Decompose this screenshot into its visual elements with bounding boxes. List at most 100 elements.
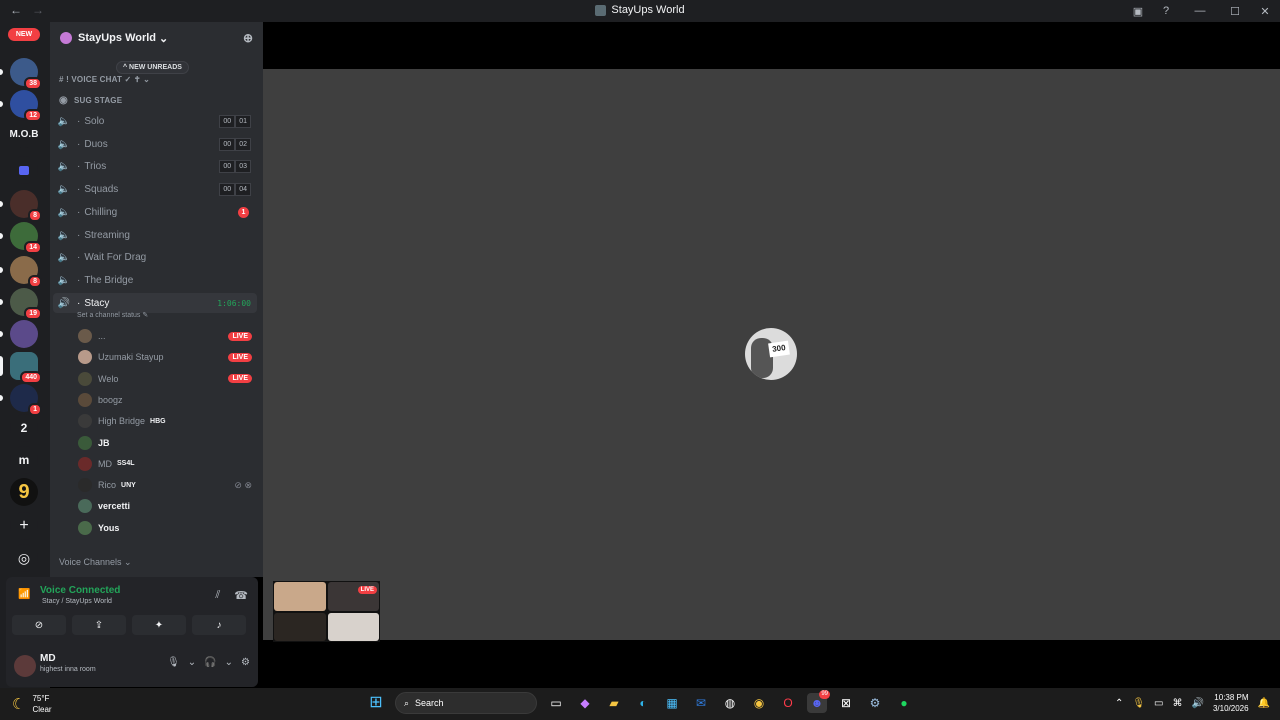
taskbar-search[interactable]: ⌕ Search	[395, 692, 537, 714]
file-explorer-icon[interactable]: ▰	[604, 693, 624, 713]
voice-member[interactable]: ... LIVE	[78, 326, 258, 346]
server-icon-6[interactable]: 8	[0, 256, 42, 288]
disconnect-icon[interactable]: ☎	[234, 589, 248, 602]
voice-member[interactable]: Yous	[78, 518, 258, 538]
member-name: JB	[98, 437, 110, 448]
windows-start-icon[interactable]: ⊞	[366, 693, 386, 713]
speaker-avatar[interactable]: 300	[745, 328, 797, 380]
channel-wait-for-drag[interactable]: 🔈 · Wait For Drag	[53, 247, 257, 267]
clock[interactable]: 10:38 PM 3/10/2026	[1213, 692, 1249, 714]
activities-button[interactable]: ✦	[132, 615, 186, 635]
voice-member[interactable]: High Bridge HBG	[78, 411, 258, 431]
channel-duos[interactable]: 🔈 · Duos 00 02	[53, 134, 257, 154]
server-icon-9[interactable]: 440	[0, 352, 42, 384]
inbox-icon[interactable]: ▣	[1124, 5, 1152, 18]
display-icon[interactable]: ▭	[1154, 698, 1163, 709]
volume-icon[interactable]: 🔊	[1192, 698, 1204, 709]
folder-icon[interactable]	[10, 156, 38, 184]
voice-member[interactable]: JB	[78, 433, 258, 453]
server-m[interactable]: m	[10, 446, 38, 474]
voice-member[interactable]: Rico UNY ⊘ ⊗	[78, 475, 258, 495]
headphones-icon[interactable]: 🎧	[204, 657, 216, 668]
chrome-icon[interactable]: ◉	[749, 693, 769, 713]
guild-icon	[60, 32, 72, 44]
channel-streaming[interactable]: 🔈 · Streaming	[53, 225, 257, 245]
copilot-icon[interactable]: ◆	[575, 693, 595, 713]
avatar[interactable]	[14, 655, 36, 677]
voice-connected-status[interactable]: Voice Connected	[40, 585, 120, 596]
unread-pip	[0, 299, 3, 305]
person-add-icon[interactable]: ⊕	[243, 31, 253, 45]
speaker-icon: 🔈	[57, 183, 71, 195]
voice-location[interactable]: Stacy / StayUps World	[42, 598, 112, 605]
settings-gear-icon[interactable]: ⚙	[241, 657, 250, 668]
steam-icon[interactable]: ⚙	[865, 693, 885, 713]
server-9[interactable]: 9	[10, 478, 38, 506]
channel-solo[interactable]: 🔈 · Solo 00 01	[53, 111, 257, 131]
category-sug-stage[interactable]: ◉ SUG STAGE	[59, 95, 122, 106]
help-icon[interactable]: ?	[1152, 5, 1180, 17]
channel-the-bridge[interactable]: 🔈 · The Bridge	[53, 270, 257, 290]
category-voice-channels[interactable]: Voice Channels ⌄	[59, 557, 132, 568]
voice-member[interactable]: boogz	[78, 390, 258, 410]
network-icon[interactable]: ⌘	[1173, 698, 1183, 709]
voice-member[interactable]: Uzumaki Stayup LIVE	[78, 347, 258, 367]
edge-icon[interactable]: ◐	[633, 693, 653, 713]
voice-member[interactable]: Welo LIVE	[78, 369, 258, 389]
server-icon-5[interactable]: 14	[0, 222, 42, 254]
server-icon-4[interactable]: 8	[0, 190, 42, 222]
weather-widget[interactable]: ☾ 75°F Clear	[12, 693, 52, 715]
stream-tile-3[interactable]	[274, 612, 326, 641]
stream-tile-welo[interactable]: LIVE	[327, 582, 379, 611]
task-view-icon[interactable]: ▭	[546, 693, 566, 713]
mention-badge: 19	[24, 307, 42, 320]
server-icon-8[interactable]	[0, 320, 38, 348]
microphone-tray-icon[interactable]: 🎙	[1132, 698, 1145, 709]
notification-bell-icon[interactable]: 🔔	[1258, 698, 1270, 709]
new-unreads-pill[interactable]: ^ NEW UNREADS	[116, 61, 189, 74]
server-icon-3[interactable]: 12	[0, 90, 42, 122]
mention-badge: 1	[28, 403, 42, 416]
channel-stacy[interactable]: 🔊 · Stacy 1:06:00	[53, 293, 257, 313]
soundboard-button[interactable]: ♪	[192, 615, 246, 635]
noise-suppression-icon[interactable]: ⫽	[215, 589, 220, 602]
channel-chilling[interactable]: 🔈 · Chilling 1	[53, 202, 257, 222]
user-status[interactable]: highest inna room	[40, 666, 96, 673]
xbox-icon[interactable]: ⊠	[836, 693, 856, 713]
spotify-icon[interactable]: ●	[894, 693, 914, 713]
server-2[interactable]: 2	[10, 414, 38, 442]
avatar	[78, 329, 92, 343]
add-server-icon[interactable]: +	[10, 512, 38, 540]
channel-dot: ·	[77, 274, 81, 286]
opera-icon[interactable]: O	[778, 693, 798, 713]
chevron-down-icon[interactable]: ⌄	[225, 657, 233, 668]
discord-icon[interactable]: ☻ 99	[807, 690, 830, 713]
minimize-icon[interactable]: —	[1180, 5, 1220, 17]
camera-button[interactable]: ⊘	[12, 615, 66, 635]
user-name[interactable]: MD	[40, 653, 56, 664]
stream-tile-4[interactable]	[327, 612, 379, 641]
discover-icon[interactable]: ◎	[10, 544, 38, 572]
guild-header[interactable]: StayUps World ⌄ ⊕	[50, 22, 263, 54]
channel-status[interactable]: Set a channel status ✎	[77, 311, 148, 319]
server-icon-7[interactable]: 19	[0, 288, 42, 320]
voice-member[interactable]: MD SS4L	[78, 454, 258, 474]
game-icon[interactable]: ◍	[720, 693, 740, 713]
member-name: boogz	[98, 394, 123, 405]
microphone-icon[interactable]: 🎙	[167, 657, 180, 668]
chevron-down-icon[interactable]: ⌄	[188, 657, 196, 668]
voice-member[interactable]: vercetti	[78, 496, 258, 516]
store-icon[interactable]: ▦	[662, 693, 682, 713]
server-icon-10[interactable]: 1	[0, 384, 42, 416]
channel-squads[interactable]: 🔈 · Squads 00 04	[53, 179, 257, 199]
server-icon-2[interactable]: 38	[0, 58, 42, 90]
outlook-icon[interactable]: ✉	[691, 693, 711, 713]
maximize-icon[interactable]: ☐	[1220, 5, 1250, 18]
chevron-up-icon[interactable]: ⌃	[1115, 698, 1123, 709]
channel-trios[interactable]: 🔈 · Trios 00 03	[53, 156, 257, 176]
server-mob[interactable]: M.O.B	[9, 120, 39, 148]
screen-share-button[interactable]: ⇪	[72, 615, 126, 635]
stream-tile-uzumaki[interactable]	[274, 582, 326, 611]
close-icon[interactable]: ✕	[1250, 5, 1280, 18]
category-voice-chat[interactable]: # ! VOICE CHAT ✓ ✝ ⌄	[59, 75, 150, 84]
